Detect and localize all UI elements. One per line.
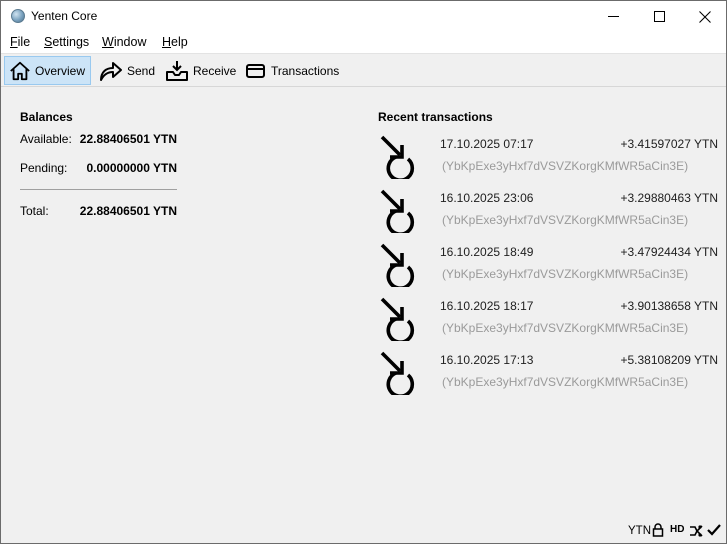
- menu-window-mnemonic: W: [102, 35, 114, 49]
- home-icon: [10, 61, 30, 80]
- synced-check-icon: [707, 524, 721, 536]
- menu-window[interactable]: Window: [102, 35, 146, 49]
- transaction-row[interactable]: 16.10.2025 18:49 +3.47924434 YTN (YbKpExe3…: [378, 241, 718, 295]
- transaction-amount: +3.41597027 YTN: [620, 137, 718, 151]
- transaction-amount: +5.38108209 YTN: [620, 353, 718, 367]
- title-bar[interactable]: Yenten Core: [1, 1, 726, 32]
- maximize-icon: [653, 11, 665, 22]
- close-button[interactable]: [682, 1, 726, 32]
- transaction-address: (YbKpExe3yHxf7dVSVZKorgKMfWR5aCin3E): [442, 321, 689, 335]
- send-arrow-icon: [100, 61, 122, 81]
- incoming-transaction-icon: [380, 189, 415, 233]
- status-bar: YTN HD: [1, 519, 726, 543]
- receive-inbox-icon: [166, 60, 188, 81]
- tab-overview-label: Overview: [34, 63, 85, 78]
- main-window: Yenten Core File Settings Window Help Ov…: [0, 0, 727, 544]
- total-label: Total:: [20, 204, 49, 218]
- incoming-transaction-icon: [380, 243, 415, 287]
- transaction-date: 16.10.2025 23:06: [440, 191, 534, 205]
- tab-transactions-label: Transactions: [271, 63, 340, 78]
- tab-transactions[interactable]: Transactions: [240, 56, 345, 85]
- network-icon[interactable]: [688, 523, 704, 539]
- app-logo-icon: [11, 9, 25, 23]
- transaction-row[interactable]: 17.10.2025 07:17 +3.41597027 YTN (YbKpExe3…: [378, 133, 718, 187]
- menu-bar: File Settings Window Help: [1, 32, 726, 53]
- minimize-button[interactable]: [590, 1, 636, 32]
- hd-icon: HD: [670, 524, 685, 535]
- menu-file-mnemonic: F: [10, 35, 18, 49]
- toolbar: Overview Send Receive Transactions: [1, 53, 726, 87]
- maximize-button[interactable]: [636, 1, 682, 32]
- transaction-amount: +3.47924434 YTN: [620, 245, 718, 259]
- balances-title: Balances: [20, 110, 73, 124]
- tab-receive[interactable]: Receive: [160, 56, 242, 85]
- unit-selector[interactable]: YTN: [628, 525, 651, 537]
- available-value: 22.88406501 YTN: [79, 132, 177, 146]
- tab-send-label: Send: [127, 63, 156, 78]
- menu-window-label: indow: [113, 35, 147, 49]
- menu-file[interactable]: File: [10, 35, 30, 49]
- menu-settings-label: ettings: [52, 35, 90, 49]
- card-icon: [246, 63, 265, 78]
- incoming-transaction-icon: [380, 135, 415, 179]
- balances-divider: [20, 189, 177, 190]
- pending-value: 0.00000000 YTN: [86, 161, 177, 175]
- transaction-date: 16.10.2025 18:49: [440, 245, 534, 259]
- recent-transactions-title: Recent transactions: [378, 110, 493, 124]
- menu-help[interactable]: Help: [162, 35, 188, 49]
- tab-send[interactable]: Send: [94, 56, 161, 85]
- transaction-date: 16.10.2025 18:17: [440, 299, 534, 313]
- transaction-address: (YbKpExe3yHxf7dVSVZKorgKMfWR5aCin3E): [442, 213, 689, 227]
- transaction-address: (YbKpExe3yHxf7dVSVZKorgKMfWR5aCin3E): [442, 159, 689, 173]
- menu-settings[interactable]: Settings: [44, 35, 89, 49]
- transaction-date: 17.10.2025 07:17: [440, 137, 534, 151]
- transaction-row[interactable]: 16.10.2025 23:06 +3.29880463 YTN (YbKpExe3…: [378, 187, 718, 241]
- menu-help-mnemonic: H: [162, 35, 172, 49]
- transaction-date: 16.10.2025 17:13: [440, 353, 534, 367]
- tab-overview[interactable]: Overview: [4, 56, 91, 85]
- menu-file-label: ile: [17, 35, 31, 49]
- transaction-amount: +3.90138658 YTN: [620, 299, 718, 313]
- incoming-transaction-icon: [380, 297, 415, 341]
- incoming-transaction-icon: [380, 351, 415, 395]
- menu-help-label: elp: [171, 35, 188, 49]
- transaction-address: (YbKpExe3yHxf7dVSVZKorgKMfWR5aCin3E): [442, 267, 689, 281]
- transaction-address: (YbKpExe3yHxf7dVSVZKorgKMfWR5aCin3E): [442, 375, 689, 389]
- transaction-row[interactable]: 16.10.2025 17:13 +5.38108209 YTN (YbKpExe3…: [378, 349, 718, 403]
- transaction-row[interactable]: 16.10.2025 18:17 +3.90138658 YTN (YbKpExe3…: [378, 295, 718, 349]
- close-icon: [699, 10, 711, 23]
- total-value: 22.88406501 YTN: [79, 204, 177, 218]
- tab-receive-label: Receive: [193, 63, 237, 78]
- minimize-icon: [607, 16, 619, 17]
- transaction-amount: +3.29880463 YTN: [620, 191, 718, 205]
- lock-icon: [652, 523, 664, 537]
- window-title: Yenten Core: [31, 9, 98, 23]
